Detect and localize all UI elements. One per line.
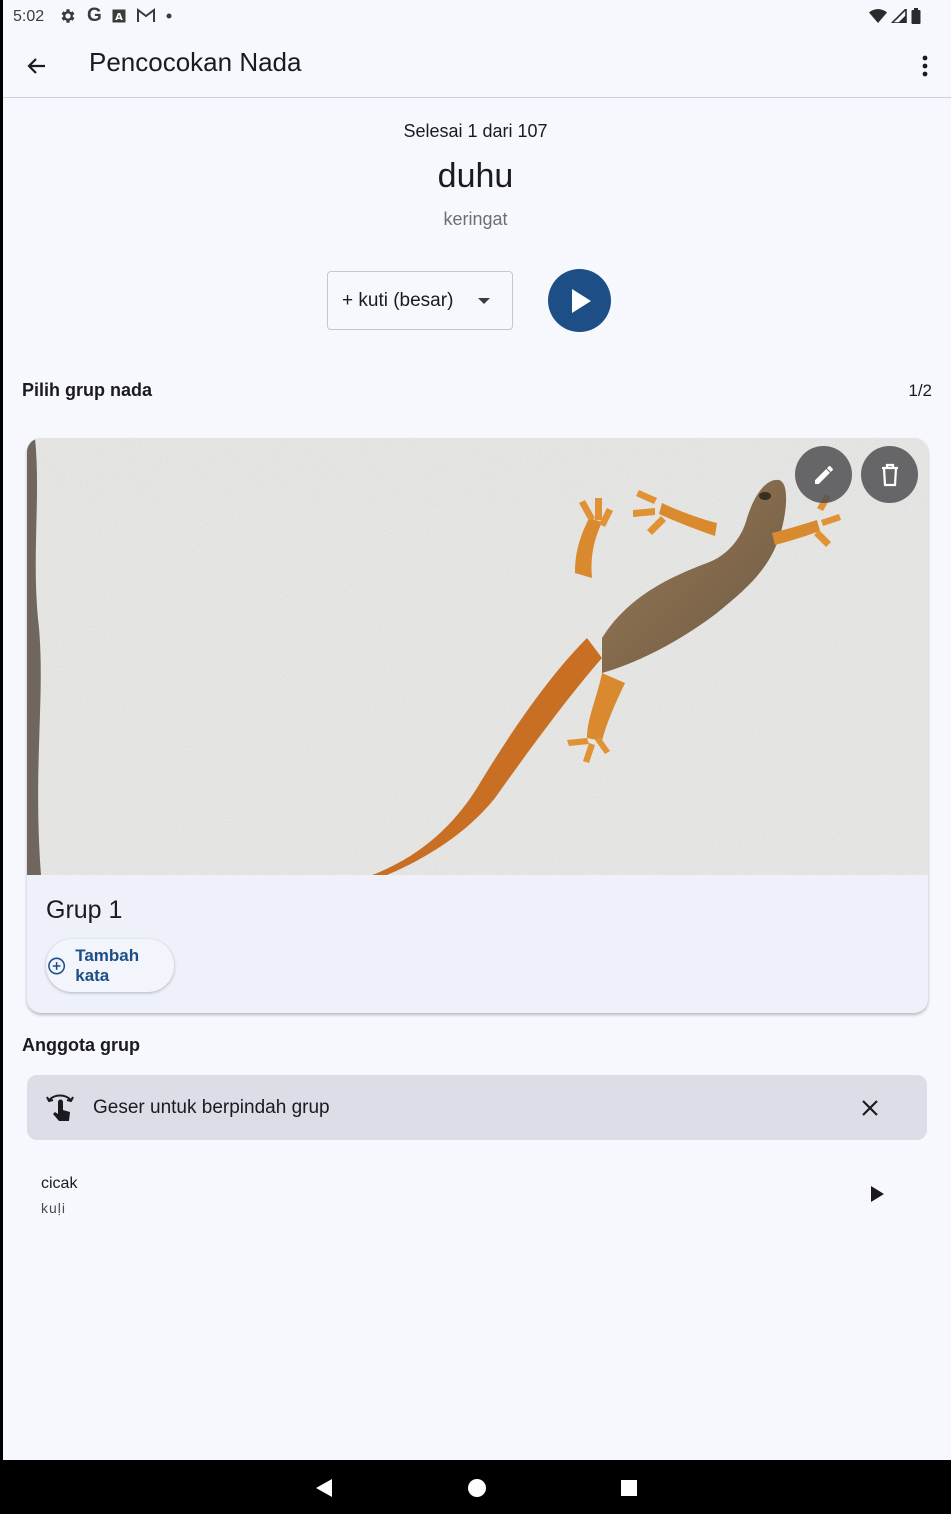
member-pronunciation: kuḷi [41, 1200, 67, 1216]
app-bar: Pencocokan Nada [3, 34, 951, 98]
page-title: Pencocokan Nada [89, 47, 302, 77]
square-recents-icon [621, 1480, 637, 1496]
edit-group-button[interactable] [795, 446, 852, 503]
dot-icon [166, 13, 172, 19]
play-icon [571, 288, 591, 313]
swipe-gesture-icon [46, 1094, 74, 1121]
group-page-counter: 1/2 [908, 381, 932, 400]
nav-recents-button[interactable] [618, 1477, 640, 1499]
group-title: Grup 1 [46, 896, 123, 924]
play-icon [871, 1186, 884, 1202]
notification-icons: G A [59, 6, 172, 26]
tone-dropdown[interactable]: + kuti (besar) [327, 271, 513, 330]
google-icon: G [87, 5, 102, 26]
dropdown-value: + kuti (besar) [342, 290, 454, 311]
gecko-photo [27, 438, 928, 875]
group-card[interactable]: Grup 1 Tambah kata [27, 438, 928, 1013]
back-button[interactable] [17, 48, 57, 84]
group-section-title: Pilih grup nada [22, 380, 153, 400]
signal-icon [891, 9, 907, 23]
arrow-left-icon [27, 58, 45, 74]
circle-home-icon [468, 1479, 486, 1497]
pencil-icon [814, 465, 833, 484]
member-list-item[interactable]: cicak kuḷi [3, 1160, 951, 1226]
more-vertical-icon [922, 55, 928, 77]
system-navigation-bar [0, 1460, 951, 1514]
wifi-icon [869, 9, 887, 23]
more-options-button[interactable] [913, 48, 937, 84]
status-time: 5:02 [13, 8, 45, 25]
delete-group-button[interactable] [861, 446, 918, 503]
add-word-button[interactable]: Tambah kata [46, 939, 174, 992]
gmail-icon [136, 8, 155, 22]
current-word: duhu [437, 157, 514, 195]
progress-text: Selesai 1 dari 107 [403, 121, 548, 141]
a-icon: A [112, 9, 126, 23]
dismiss-hint-button[interactable] [857, 1095, 883, 1121]
member-word: cicak [41, 1175, 78, 1192]
word-meaning: keringat [443, 209, 508, 229]
gear-icon [61, 9, 75, 23]
nav-home-button[interactable] [466, 1477, 488, 1499]
svg-text:A: A [115, 12, 123, 23]
triangle-back-icon [316, 1479, 332, 1497]
trash-icon [881, 463, 898, 486]
members-title: Anggota grup [22, 1035, 140, 1055]
swipe-hint-text: Geser untuk berpindah grup [93, 1097, 330, 1118]
play-word-button[interactable] [548, 269, 611, 332]
close-icon [862, 1100, 878, 1116]
nav-back-button[interactable] [313, 1477, 335, 1499]
plus-circle-icon [48, 957, 66, 974]
status-bar: 5:02 G A [3, 0, 951, 34]
system-icons [869, 8, 921, 24]
screen: 5:02 G A Pencocokan Nada Selesai 1 dari … [0, 0, 951, 1514]
add-word-label: Tambah kata [75, 945, 140, 985]
caret-down-icon [478, 298, 490, 304]
swipe-hint-banner: Geser untuk berpindah grup [27, 1075, 927, 1140]
play-member-button[interactable] [865, 1182, 889, 1206]
battery-icon [911, 8, 921, 24]
